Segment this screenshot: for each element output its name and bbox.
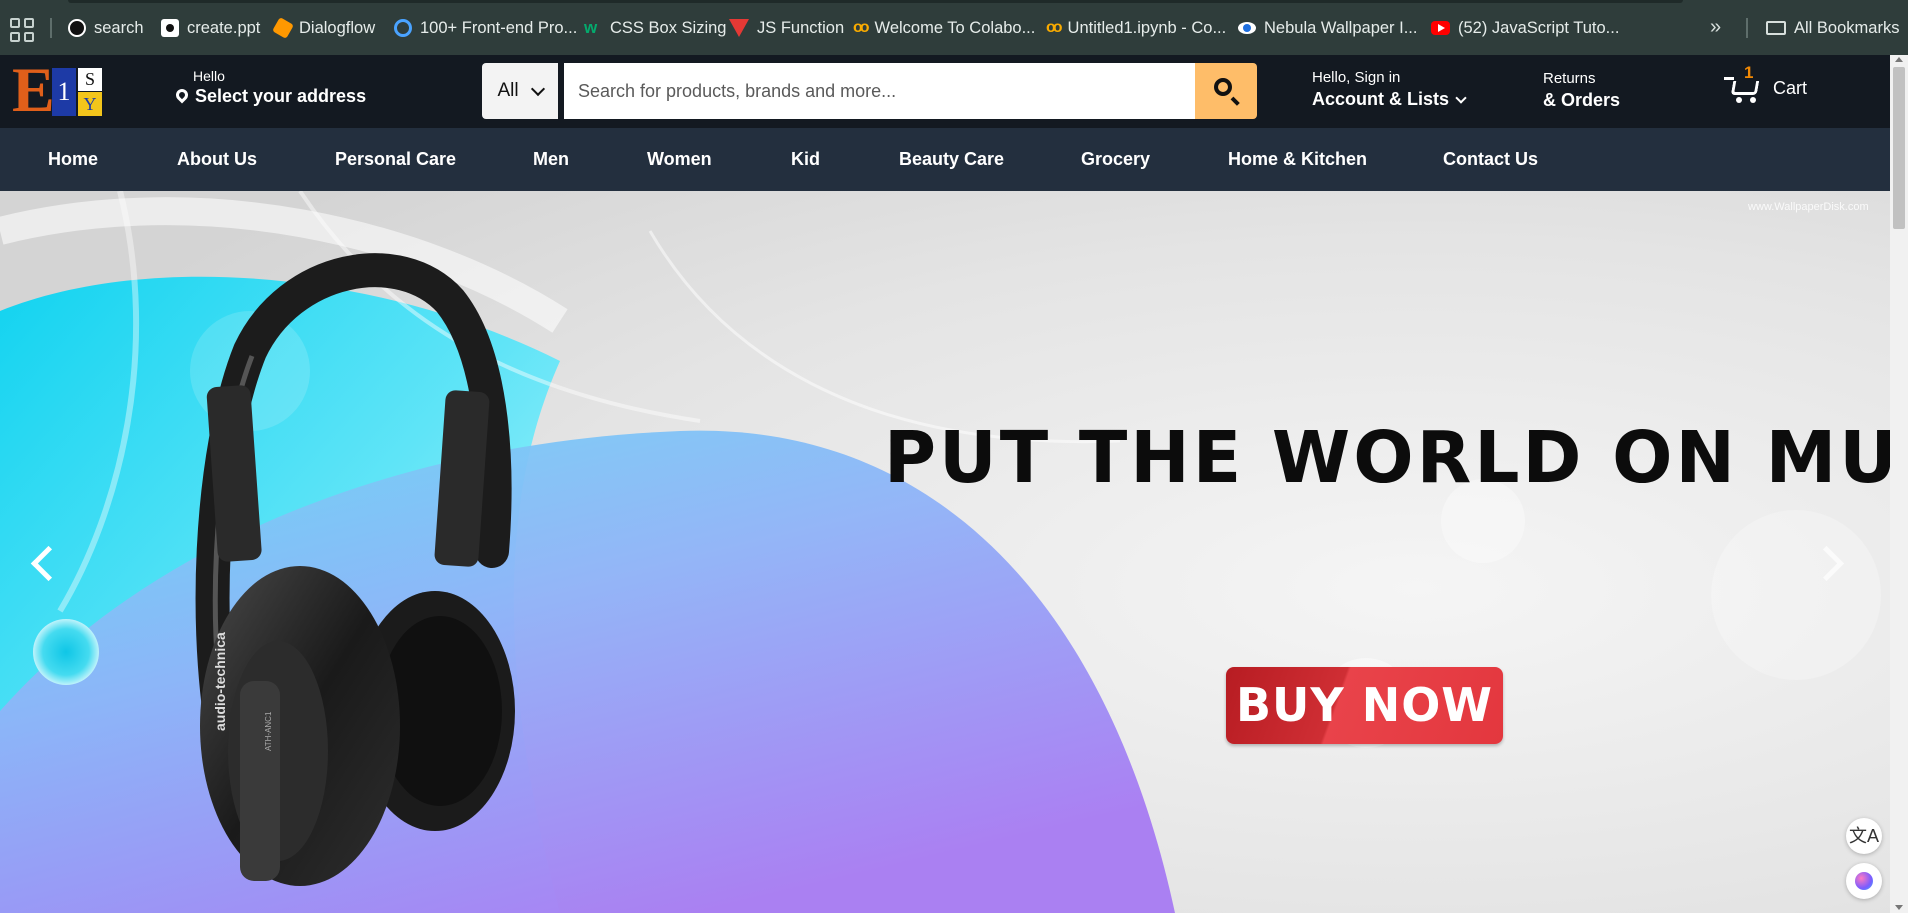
nav-beauty-care[interactable]: Beauty Care [899, 149, 1004, 170]
bookmark-search[interactable]: search [68, 16, 144, 40]
bookmark-untitled-ipynb[interactable]: oo Untitled1.ipynb - Co... [1046, 16, 1226, 40]
bookmark-label: Welcome To Colabo... [874, 18, 1036, 37]
camera-icon [161, 19, 179, 37]
logo-letter-e: E [12, 54, 55, 125]
select-address-label: Select your address [195, 86, 367, 106]
search-category-select[interactable]: All [482, 63, 558, 119]
nav-grocery[interactable]: Grocery [1081, 149, 1150, 170]
bookmark-label: 100+ Front-end Pro... [420, 18, 578, 37]
headphone-brand-text: audio-technica [212, 632, 228, 731]
openai-icon [68, 19, 86, 37]
github-icon [394, 19, 412, 37]
scroll-up-icon[interactable] [1895, 57, 1903, 62]
search-button[interactable] [1195, 63, 1257, 119]
site-logo[interactable]: E 1 S Y [12, 58, 126, 122]
ai-assistant-icon[interactable] [1846, 863, 1882, 899]
scrollbar-thumb[interactable] [1893, 67, 1905, 229]
nav-men[interactable]: Men [533, 149, 569, 170]
bookmark-separator [1746, 18, 1748, 38]
page-scrollbar[interactable] [1890, 55, 1908, 913]
bookmark-label: Nebula Wallpaper I... [1264, 18, 1418, 37]
hero-headline: PUT THE WORLD ON MUTE [884, 416, 1890, 499]
bookmark-label: (52) JavaScript Tuto... [1458, 18, 1620, 37]
colab-icon: oo [853, 19, 869, 36]
returns-label[interactable]: Returns [1543, 70, 1596, 87]
nav-contact-us[interactable]: Contact Us [1443, 149, 1538, 170]
orders-link[interactable]: & Orders [1543, 90, 1620, 111]
bookmark-label: Untitled1.ipynb - Co... [1067, 18, 1227, 37]
hero-carousel: www.WallpaperDisk.com audio-technica ATH… [0, 191, 1890, 913]
bookmark-javascript-tutorial[interactable]: (52) JavaScript Tuto... [1431, 16, 1619, 40]
cart-link[interactable]: Cart [1773, 78, 1807, 99]
tab-strip-edge [68, 0, 1683, 3]
site-header: E 1 S Y Hello Select your address All Se… [0, 55, 1890, 128]
chevron-down-icon [530, 81, 545, 97]
folder-icon [1766, 21, 1786, 35]
chevron-down-icon [1455, 91, 1467, 104]
bookmark-label: Dialogflow [299, 18, 376, 37]
nav-about-us[interactable]: About Us [177, 149, 257, 170]
headphone-model-text: ATH-ANC1 [264, 711, 273, 751]
nav-personal-care[interactable]: Personal Care [335, 149, 456, 170]
account-lists-label: Account & Lists [1312, 89, 1450, 109]
account-lists-menu[interactable]: Account & Lists [1312, 89, 1467, 110]
search-bar: All Search for products, brands and more… [482, 63, 1257, 119]
bookmark-frontend-projects[interactable]: 100+ Front-end Pro... [394, 16, 577, 40]
main-navigation: Home About Us Personal Care Men Women Ki… [0, 128, 1890, 191]
nav-kid[interactable]: Kid [791, 149, 820, 170]
location-pin-icon [173, 86, 191, 103]
nav-home[interactable]: Home [48, 149, 98, 170]
cart-count-badge: 1 [1744, 63, 1754, 82]
watermark: www.WallpaperDisk.com [1748, 201, 1869, 213]
jsfunction-icon [729, 19, 749, 37]
translate-icon[interactable]: 文A [1846, 818, 1882, 854]
bookmark-label: search [94, 18, 144, 37]
bookmark-css-box-sizing[interactable]: w CSS Box Sizing [584, 16, 726, 40]
scroll-down-icon[interactable] [1895, 905, 1903, 910]
bookmark-nebula-wallpaper[interactable]: Nebula Wallpaper I... [1238, 16, 1417, 40]
bookmark-dialogflow[interactable]: Dialogflow [272, 16, 376, 40]
bookmark-label: JS Function [757, 18, 845, 37]
hero-background [0, 191, 1890, 913]
address-greeting: Hello [193, 68, 225, 84]
nav-women[interactable]: Women [647, 149, 712, 170]
buy-now-button[interactable]: BUY NOW [1226, 667, 1503, 744]
search-input[interactable]: Search for products, brands and more... [564, 63, 1195, 119]
dialogflow-icon [272, 17, 294, 39]
eye-icon [1238, 22, 1256, 34]
colab-icon: oo [1046, 19, 1062, 36]
logo-letter-s: S [78, 68, 102, 91]
nav-home-kitchen[interactable]: Home & Kitchen [1228, 149, 1367, 170]
apps-grid-icon[interactable] [9, 17, 35, 43]
account-greeting: Hello, Sign in [1312, 69, 1401, 86]
logo-letter-y: Y [78, 92, 102, 116]
bookmark-create-ppt[interactable]: create.ppt [161, 16, 260, 40]
search-category-value: All [497, 80, 519, 101]
all-bookmarks-button[interactable]: All Bookmarks [1766, 16, 1899, 40]
bookmark-js-function[interactable]: JS Function [729, 16, 844, 40]
bookmark-separator [50, 18, 52, 38]
bookmark-colab-welcome[interactable]: oo Welcome To Colabo... [853, 16, 1035, 40]
bookmark-label: CSS Box Sizing [610, 18, 727, 37]
all-bookmarks-label: All Bookmarks [1794, 18, 1900, 37]
bookmarks-bar: search create.ppt Dialogflow 100+ Front-… [0, 0, 1908, 55]
more-bookmarks-icon[interactable]: » [1710, 16, 1721, 39]
cart-icon[interactable]: 1 [1724, 63, 1764, 105]
bookmark-label: create.ppt [187, 18, 261, 37]
select-address-link[interactable]: Select your address [173, 86, 367, 107]
logo-letter-block: 1 [52, 68, 76, 116]
youtube-icon [1431, 21, 1450, 35]
search-icon [1214, 78, 1232, 96]
w3schools-icon: w [584, 18, 598, 37]
